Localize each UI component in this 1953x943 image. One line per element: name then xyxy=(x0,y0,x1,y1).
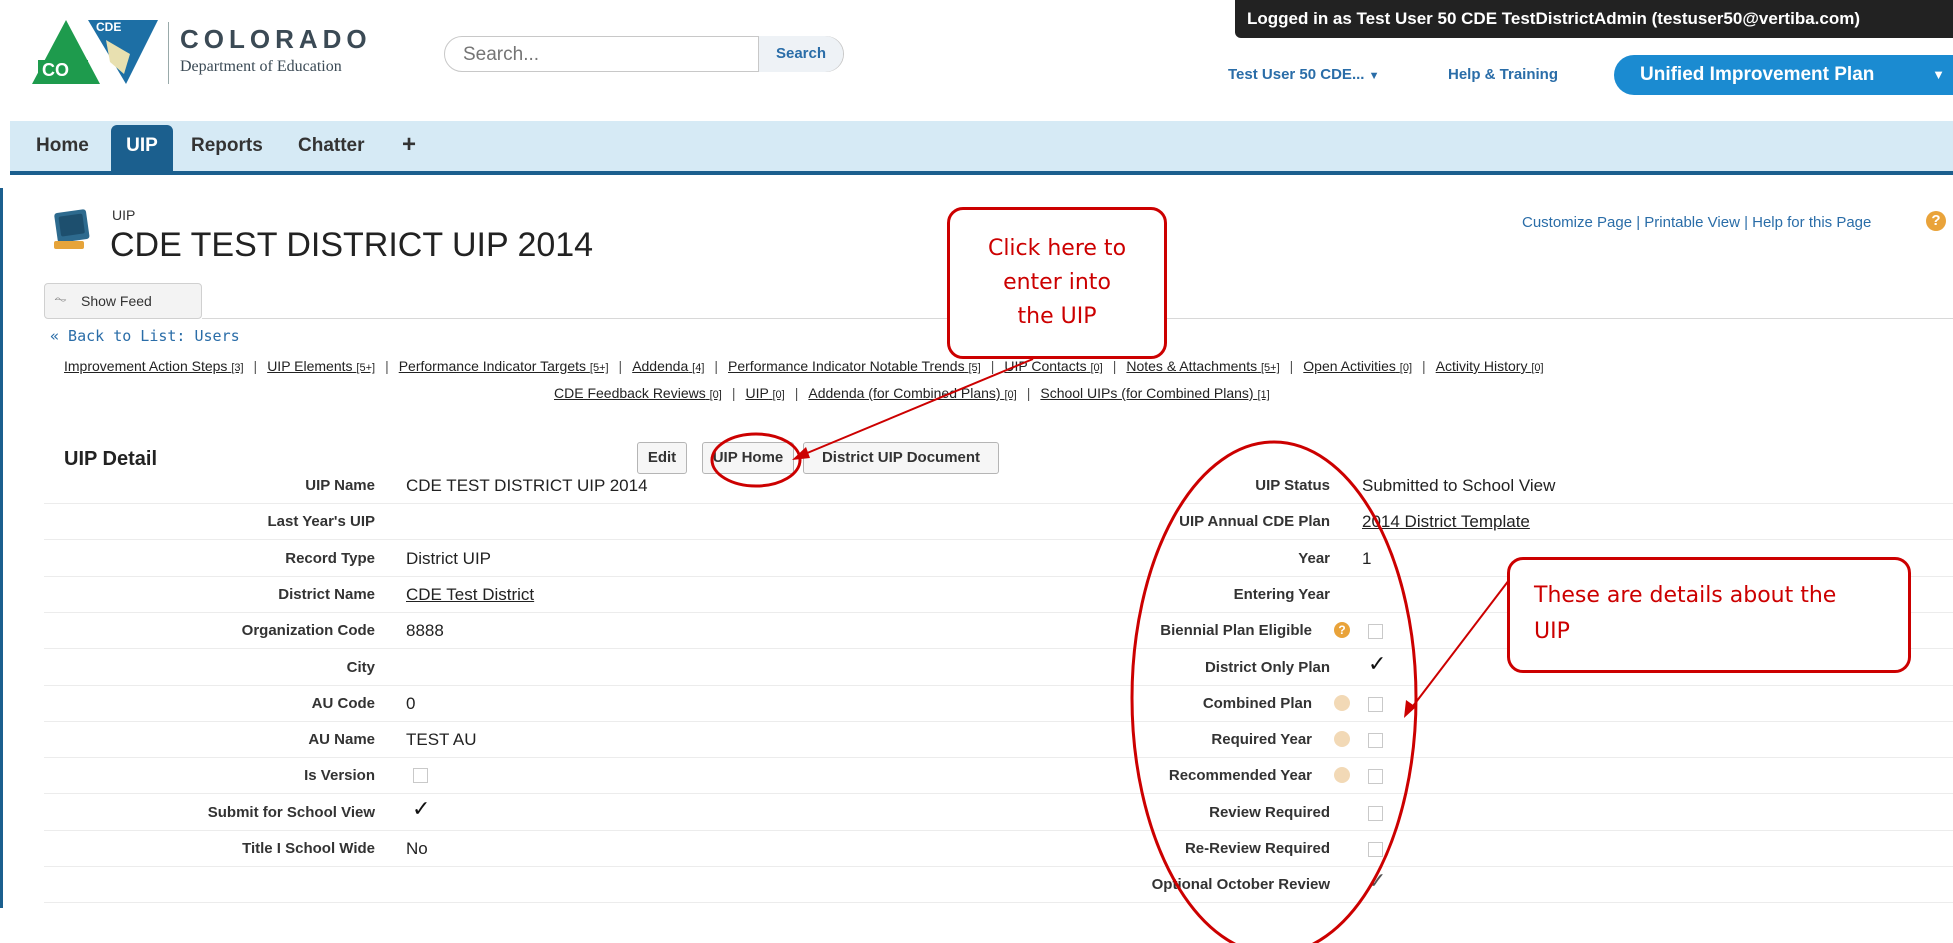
callout-line: Click here to xyxy=(987,236,1127,261)
annotation-overlay xyxy=(710,358,1523,943)
uip-home-highlight xyxy=(710,432,802,488)
callout-line: UIP xyxy=(1534,619,1570,644)
callout-line: the UIP xyxy=(1017,304,1097,329)
arrow-line-1 xyxy=(799,358,1034,457)
arrow-line-2 xyxy=(1409,562,1523,711)
callout-line: These are details about the xyxy=(1534,583,1837,608)
details-highlight xyxy=(1130,440,1418,943)
callout-details: These are details about the UIP xyxy=(1507,557,1911,673)
callout-line: enter into xyxy=(1003,270,1111,295)
callout-enter-uip: Click here to enter into the UIP xyxy=(947,207,1167,359)
